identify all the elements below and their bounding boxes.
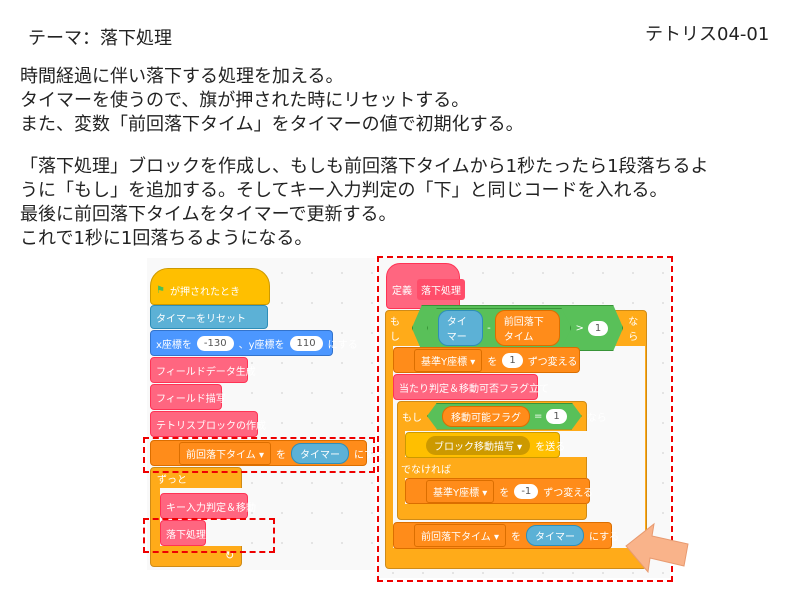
body-line: 「落下処理」ブロックを作成し、もしも前回落下タイムから1秒たったら1段落ちるよ (20, 156, 709, 177)
reset-timer-block[interactable]: タイマーをリセット (150, 305, 268, 329)
when-flag-clicked-block[interactable]: ⚑ が押されたとき (150, 268, 270, 305)
tetris-create-block[interactable]: テトリスブロックの作成 (150, 411, 266, 437)
block-label: フィールドデータ生成 (156, 366, 256, 378)
body-line: 時間経過に伴い落下する処理を加える。 (20, 66, 344, 87)
block-label: が押されたとき (169, 287, 240, 298)
block-label: タイマーをリセット (156, 313, 246, 325)
block-label: にする (327, 339, 358, 351)
x-input[interactable]: -130 (196, 335, 234, 351)
slide-id: テトリス04-01 (645, 24, 770, 45)
body-line: また、変数「前回落下タイム」をタイマーの値で初期化する。 (20, 114, 524, 135)
block-label: x座標を (156, 339, 192, 351)
body-line: うに「もし」を追加する。そしてキー入力判定の「下」と同じコードを入れる。 (20, 180, 668, 201)
field-data-gen-block[interactable]: フィールドデータ生成 (150, 357, 256, 383)
field-draw-block[interactable]: フィールド描写 (150, 384, 226, 410)
body-line: 最後に前回落下タイムをタイマーで更新する。 (20, 204, 397, 225)
slide-title: テーマ：落下処理 (28, 28, 172, 49)
body-line: タイマーを使うので、旗が押された時にリセットする。 (20, 90, 470, 111)
block-label: フィールド描写 (156, 393, 226, 405)
pointer-arrow-icon (625, 522, 689, 574)
block-label: キー入力判定＆移動 (166, 502, 256, 514)
goto-xy-block[interactable]: x座標を -130 、y座標を 110 にする (150, 330, 358, 356)
block-label: ずっと (157, 475, 187, 486)
key-input-block[interactable]: キー入力判定＆移動 (160, 493, 256, 519)
block-label: テトリスブロックの作成 (156, 420, 266, 432)
highlight-box (143, 518, 275, 553)
block-label: 、y座標を (238, 339, 285, 351)
body-line: これで1秒に1回落ちるようになる。 (20, 228, 313, 249)
green-flag-icon: ⚑ (156, 285, 165, 296)
y-input[interactable]: 110 (289, 335, 323, 351)
highlight-box (143, 437, 375, 473)
